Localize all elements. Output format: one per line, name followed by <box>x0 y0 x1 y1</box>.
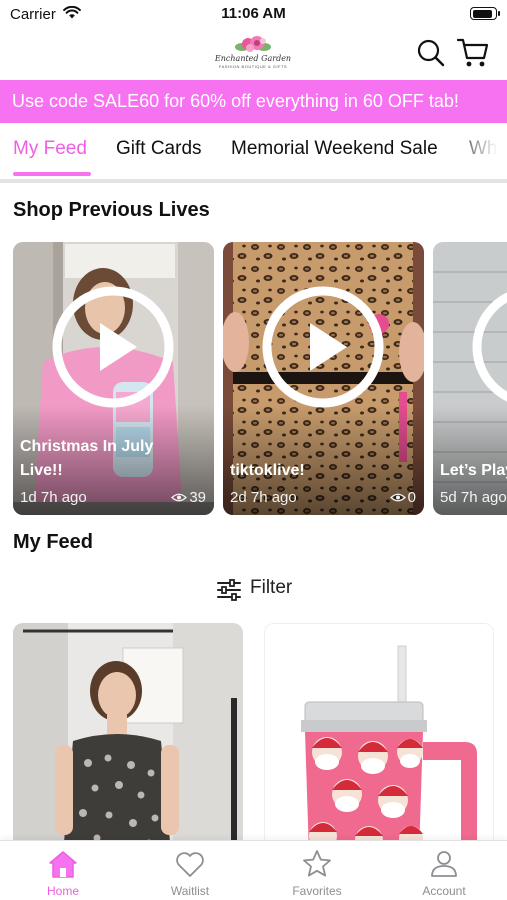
app-header: Enchanted Garden FASHION BOUTIQUE & GIFT… <box>0 30 507 78</box>
status-bar: Carrier 11:06 AM <box>0 0 507 30</box>
eye-icon <box>171 493 188 502</box>
product-card[interactable] <box>13 623 243 853</box>
cart-button[interactable] <box>456 37 490 69</box>
product-image-woman-leopard-top <box>13 623 243 853</box>
promo-text: Use code SALE60 for 60% off everything i… <box>12 91 459 111</box>
tabbar-waitlist[interactable]: Waitlist <box>127 841 253 900</box>
live-title: Let’s Play <box>440 462 507 479</box>
previous-lives-carousel[interactable]: Christmas In July Live!! 1d 7h ago 39 ti… <box>0 242 507 515</box>
tabbar-home-label: Home <box>46 884 79 898</box>
live-card[interactable]: Let’s Play 5d 7h ago <box>433 242 507 515</box>
tabbar-account[interactable]: Account <box>381 841 507 900</box>
play-icon <box>472 292 507 402</box>
live-card[interactable]: Christmas In July Live!! 1d 7h ago 39 <box>13 242 214 515</box>
play-icon <box>262 286 384 408</box>
cart-icon <box>456 38 489 67</box>
tabbar-favorites-label: Favorites <box>292 884 342 898</box>
product-image-santa-tumbler <box>265 624 493 852</box>
tabbar-account-label: Account <box>422 884 466 898</box>
bottom-tab-bar: Home Waitlist Favorites Account <box>0 840 507 900</box>
tab-gift-cards[interactable]: Gift Cards <box>116 138 202 160</box>
logo-subtext: FASHION BOUTIQUE & GIFTS <box>218 64 288 69</box>
search-button[interactable] <box>416 38 446 68</box>
tabs-divider <box>0 179 507 183</box>
filter-label: Filter <box>250 577 293 598</box>
tabbar-favorites[interactable]: Favorites <box>254 841 380 900</box>
tab-memorial-weekend-sale[interactable]: Memorial Weekend Sale <box>231 138 438 160</box>
tabbar-waitlist-label: Waitlist <box>170 884 210 898</box>
live-age: 2d 7h ago <box>230 489 297 506</box>
section-title-previous-lives: Shop Previous Lives <box>13 199 210 221</box>
flower-logo-icon <box>235 36 271 52</box>
home-icon <box>49 851 77 878</box>
star-icon <box>303 850 331 877</box>
live-title: tiktoklive! <box>230 462 305 479</box>
live-age: 1d 7h ago <box>20 489 87 506</box>
promo-banner[interactable]: Use code SALE60 for 60% off everything i… <box>0 80 507 123</box>
store-logo[interactable]: Enchanted Garden FASHION BOUTIQUE & GIFT… <box>212 34 294 74</box>
section-title-my-feed: My Feed <box>13 531 94 553</box>
live-views: 39 <box>171 489 206 506</box>
category-tabs: My Feed Gift Cards Memorial Weekend Sale… <box>0 123 507 179</box>
search-icon <box>417 39 445 67</box>
live-view-count: 0 <box>407 489 416 506</box>
clock: 11:06 AM <box>221 5 286 22</box>
tabs-fade <box>447 123 507 179</box>
play-icon <box>52 286 174 408</box>
heart-icon <box>176 852 204 877</box>
live-view-count: 39 <box>189 489 206 506</box>
live-title: Christmas In July Live!! <box>20 438 154 479</box>
live-age: 5d 7h ago <box>440 489 507 506</box>
logo-text: Enchanted Garden <box>214 54 292 63</box>
battery-icon <box>470 7 500 20</box>
live-card[interactable]: tiktoklive! 2d 7h ago 0 <box>223 242 424 515</box>
tab-my-feed[interactable]: My Feed <box>13 138 87 160</box>
eye-icon <box>389 493 406 502</box>
live-views: 0 <box>389 489 416 506</box>
product-card[interactable] <box>264 623 494 853</box>
tabbar-home[interactable]: Home <box>0 841 126 900</box>
active-tab-indicator <box>13 172 91 176</box>
person-icon <box>431 851 457 877</box>
sliders-icon <box>217 579 241 601</box>
